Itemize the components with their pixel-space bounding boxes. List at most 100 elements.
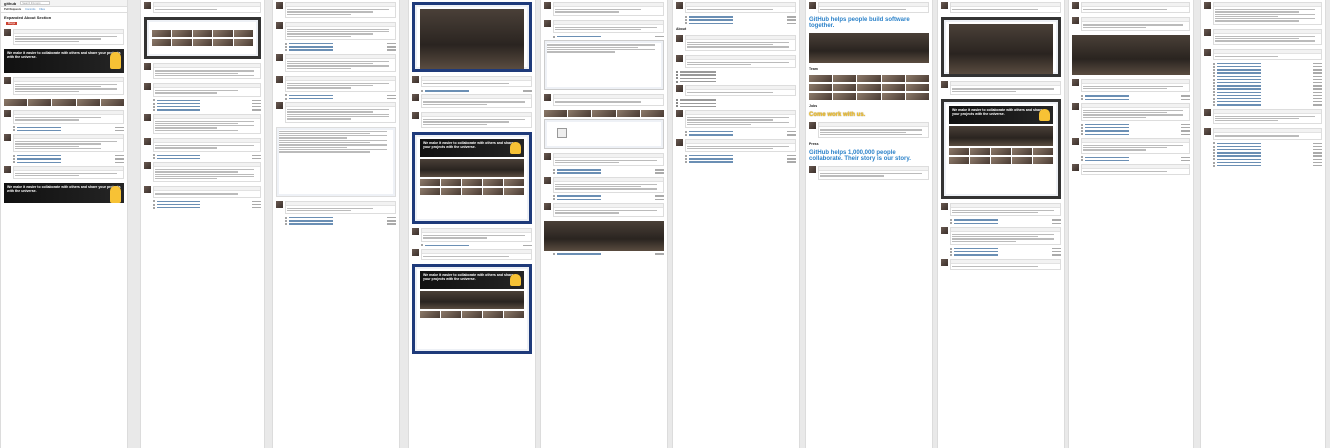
comment (273, 100, 399, 124)
screenshot-strip-3 (272, 0, 400, 448)
section-team-heading: Team (809, 67, 818, 72)
page-title: Expanded About Section (4, 15, 52, 20)
github-logo[interactable]: github (4, 1, 16, 6)
collaborate-banner: We make it easier to collaborate with ot… (4, 48, 124, 73)
comment (141, 160, 264, 184)
comment (673, 0, 799, 15)
comment (1069, 0, 1193, 15)
comment (141, 136, 264, 154)
screenshot-strip-10 (1200, 0, 1326, 448)
comment (1201, 107, 1325, 127)
comment (1069, 162, 1193, 177)
page-preview (544, 118, 664, 149)
screenshot-strip-5 (540, 0, 668, 448)
page-preview: We make it easier to collaborate with ot… (412, 264, 532, 355)
search-input[interactable]: Search this repo (20, 1, 51, 5)
comment (673, 137, 799, 155)
comment (541, 0, 667, 18)
avatar-grid (809, 93, 929, 101)
comment (1069, 77, 1193, 95)
collaborate-banner-text: We make it easier to collaborate with ot… (7, 185, 121, 194)
comment (541, 151, 667, 169)
avatar-grid (4, 99, 124, 107)
comment (273, 52, 399, 74)
comment (409, 92, 535, 110)
comment (938, 201, 1064, 219)
team-photo (1072, 34, 1190, 75)
comment (141, 0, 264, 15)
comment (1069, 136, 1193, 156)
comment (409, 110, 535, 130)
section-jobs-heading: Jobs (809, 104, 818, 109)
helps-heading: GitHub helps people build software toget… (809, 17, 910, 30)
comment (1, 108, 127, 126)
avatar-grid (809, 84, 929, 92)
comment (541, 18, 667, 36)
comment (938, 79, 1064, 97)
avatar-grid (544, 109, 664, 117)
comment (541, 201, 667, 219)
profile-image (557, 127, 567, 138)
comment-box (13, 76, 124, 96)
comment (938, 225, 1064, 247)
comment (541, 175, 667, 195)
page-preview (144, 17, 261, 60)
comment (938, 257, 1064, 272)
screenshot-strip-9 (1068, 0, 1194, 448)
comment (409, 74, 535, 89)
comment (806, 120, 932, 140)
comment (141, 112, 264, 136)
comment (673, 53, 799, 71)
comment (938, 0, 1064, 15)
comment (273, 20, 399, 42)
screenshot-strip-2 (140, 0, 265, 448)
page-preview (412, 2, 532, 72)
octocat-icon (110, 186, 121, 204)
comment (141, 61, 264, 81)
page-preview: We make it easier to collaborate with ot… (412, 131, 532, 224)
comment (1069, 101, 1193, 123)
comment (273, 0, 399, 20)
merge-button[interactable]: Merge (6, 22, 18, 25)
comment (673, 108, 799, 130)
section-press-heading: Press (809, 142, 819, 147)
octocat-icon (110, 51, 121, 69)
tab-pull-requests[interactable]: Pull Requests (4, 8, 21, 11)
page-preview (544, 40, 664, 91)
comment-box (13, 29, 124, 45)
comment (409, 226, 535, 244)
comment (1, 164, 127, 182)
comment (141, 81, 264, 99)
tab-commits[interactable]: Commits (25, 8, 35, 11)
team-photo (544, 220, 664, 251)
comment (806, 0, 932, 15)
collaborate-banner-text: We make it easier to collaborate with ot… (952, 107, 1043, 116)
comment-body (14, 34, 123, 44)
screenshot-strip-7: GitHub helps people build software toget… (805, 0, 933, 448)
screenshot-strip-6: About (672, 0, 800, 448)
comment (673, 33, 799, 53)
team-photo (809, 33, 929, 64)
tab-files[interactable]: Files (39, 8, 44, 11)
comment (673, 83, 799, 98)
comment (806, 164, 932, 182)
comment (409, 247, 535, 262)
collaborate-banner-text: We make it easier to collaborate with ot… (423, 140, 514, 149)
comment (1201, 47, 1325, 62)
avatar-grid (809, 75, 929, 83)
comment (273, 74, 399, 94)
page-preview: We make it easier to collaborate with ot… (941, 98, 1061, 199)
avatar (4, 29, 11, 36)
comment (1, 132, 127, 154)
screenshot-strip-8: We make it easier to collaborate with ot… (937, 0, 1065, 448)
page-preview (941, 17, 1061, 78)
comment (541, 92, 667, 107)
comment (273, 199, 399, 217)
section-about-heading: About (676, 26, 687, 31)
comment (1201, 27, 1325, 47)
top-bar: github Search this repo (1, 0, 127, 7)
comment (1, 27, 127, 47)
avatar (4, 76, 11, 84)
collaborate-banner-text: We make it easier to collaborate with ot… (7, 50, 121, 59)
page-preview (276, 126, 396, 197)
